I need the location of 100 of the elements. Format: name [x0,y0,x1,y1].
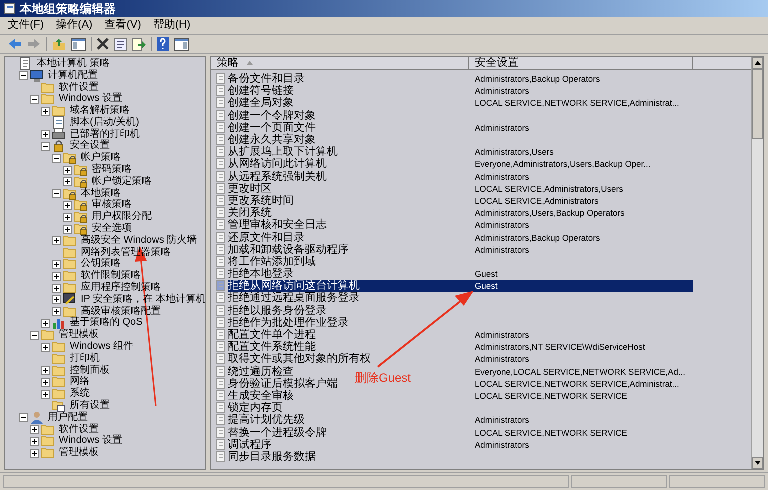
tree-item[interactable]: 本地策略 [79,188,123,200]
table-cell[interactable]: 创建一个页面文件 [228,122,316,134]
folder-up-icon[interactable] [52,38,66,50]
table-cell[interactable]: 拒绝作为批处理作业登录 [228,316,349,329]
tree-item[interactable]: 基于策略的 QoS [68,317,145,330]
tree-toggle-icon[interactable] [71,38,86,50]
column-header[interactable]: 安全设置 [469,57,693,70]
tree-item[interactable]: 软件设置 [57,424,101,436]
expand-icon[interactable] [63,212,72,222]
tree-item[interactable]: 安全选项 [90,223,134,236]
tree-item[interactable]: 审核策略 [90,199,134,212]
expand-icon[interactable] [30,436,39,446]
table-cell[interactable]: 同步目录服务数据 [228,450,316,463]
menu-item[interactable]: 操作(A) [56,17,93,34]
tree-item[interactable]: 脚本(启动/关机) [68,116,142,129]
table-cell[interactable]: 创建一个令牌对象 [228,110,316,122]
tree-item[interactable]: 所有设置 [68,400,112,412]
expand-icon[interactable] [63,177,72,186]
properties-icon[interactable] [114,38,127,50]
expand-icon[interactable] [52,307,61,316]
table-cell[interactable]: 锁定内存页 [228,402,283,414]
expand-icon[interactable] [52,260,61,269]
tree-item[interactable]: 已部署的打印机 [68,128,142,141]
expand-icon[interactable] [63,166,72,175]
tree-item[interactable]: 管理模板 [57,329,101,342]
tree-item[interactable]: 用户配置 [46,412,90,424]
table-cell[interactable]: 还原文件和目录 [228,232,305,244]
expand-icon[interactable] [30,425,39,434]
expand-icon[interactable] [41,342,50,352]
tree-item[interactable]: Windows 设置 [57,93,124,106]
table-cell[interactable]: 身份验证后模拟客户端 [228,378,338,390]
collapse-icon[interactable] [41,142,50,151]
table-cell[interactable]: 创建永久共享对象 [228,134,316,146]
table-cell[interactable]: 拒绝本地登录 [228,268,294,280]
scrollbar[interactable] [751,57,763,469]
menu-item[interactable]: 查看(V) [104,17,142,34]
scroll-up-icon[interactable] [754,61,760,65]
table-cell[interactable]: 提高计划优先级 [228,414,305,426]
column-header[interactable]: 策略 [217,57,239,69]
table-cell[interactable]: 取得文件或其他对象的所有权 [228,353,371,366]
expand-icon[interactable] [30,448,39,458]
expand-icon[interactable] [41,366,50,376]
expand-icon[interactable] [52,284,61,293]
expand-icon[interactable] [52,295,61,304]
collapse-icon[interactable] [52,189,61,198]
export-icon[interactable] [132,38,146,50]
table-cell[interactable]: 更改系统时间 [228,194,294,207]
table-cell[interactable]: 加载和卸载设备驱动程序 [228,244,349,256]
tree-item[interactable]: 帐户锁定策略 [90,176,154,188]
tree-item[interactable]: 网络 [68,376,92,388]
expand-icon[interactable] [41,390,50,399]
table-cell[interactable]: 拒绝从网络访问这台计算机 [228,280,469,292]
menu-item[interactable]: 帮助(H) [153,17,191,34]
collapse-icon[interactable] [19,71,28,80]
table-cell[interactable]: 调试程序 [228,438,272,451]
help-icon[interactable] [157,37,169,51]
tree-item[interactable]: 计算机配置 [46,70,100,82]
table-cell[interactable]: 创建符号链接 [228,85,294,98]
table-cell[interactable]: 备份文件和目录 [228,73,305,86]
table-cell[interactable]: 拒绝通过远程桌面服务登录 [228,292,360,304]
expand-icon[interactable] [63,224,72,234]
table-cell[interactable]: 更改时区 [228,182,272,195]
collapse-icon[interactable] [52,154,61,163]
tree-item[interactable]: 系统 [68,388,92,400]
tree-item[interactable]: 管理模板 [57,447,101,460]
tree-item[interactable]: 用户权限分配 [90,211,154,224]
tree-item[interactable]: 软件设置 [57,82,101,94]
tree-item[interactable]: 密码策略 [90,164,134,176]
table-cell[interactable]: 从扩展坞上取下计算机 [228,146,338,158]
expand-icon[interactable] [41,318,50,328]
expand-icon[interactable] [41,378,50,387]
delete-icon[interactable] [97,38,109,50]
collapse-icon[interactable] [30,94,39,104]
tree-item[interactable]: 域名解析策略 [68,105,132,118]
table-cell[interactable]: 配置文件系统性能 [228,341,316,354]
menu-item[interactable]: 文件(F) [8,17,44,34]
table-cell[interactable]: 生成安全审核 [228,390,294,402]
tree-item[interactable]: Windows 组件 [68,341,136,354]
collapse-icon[interactable] [30,330,39,340]
table-cell[interactable]: 替换一个进程级令牌 [228,426,327,439]
tree-item[interactable]: 高级安全 Windows 防火墙 [79,234,200,247]
scroll-down-icon[interactable] [754,461,760,465]
table-cell[interactable]: 配置文件单个进程 [228,329,316,342]
collapse-icon[interactable] [19,413,28,422]
expand-icon[interactable] [52,272,61,281]
expand-icon[interactable] [63,200,72,210]
scrollbar-thumb[interactable] [752,69,763,139]
table-cell[interactable]: 管理审核和安全日志 [228,219,327,232]
tree-item[interactable]: 打印机 [68,352,102,365]
tree-item[interactable]: 安全设置 [68,140,112,152]
expand-icon[interactable] [41,106,50,116]
tree-item[interactable]: 帐户策略 [79,152,123,164]
tree-item[interactable]: 本地计算机 策略 [35,58,112,70]
table-cell[interactable]: 绕过遍历检查 [228,366,294,378]
table-cell[interactable]: 关闭系统 [228,207,272,220]
expand-icon[interactable] [52,236,61,246]
expand-icon[interactable] [41,130,50,140]
table-cell[interactable]: 从网络访问此计算机 [228,158,327,170]
view-icon[interactable] [174,38,189,50]
tree-item[interactable]: Windows 设置 [57,435,124,448]
